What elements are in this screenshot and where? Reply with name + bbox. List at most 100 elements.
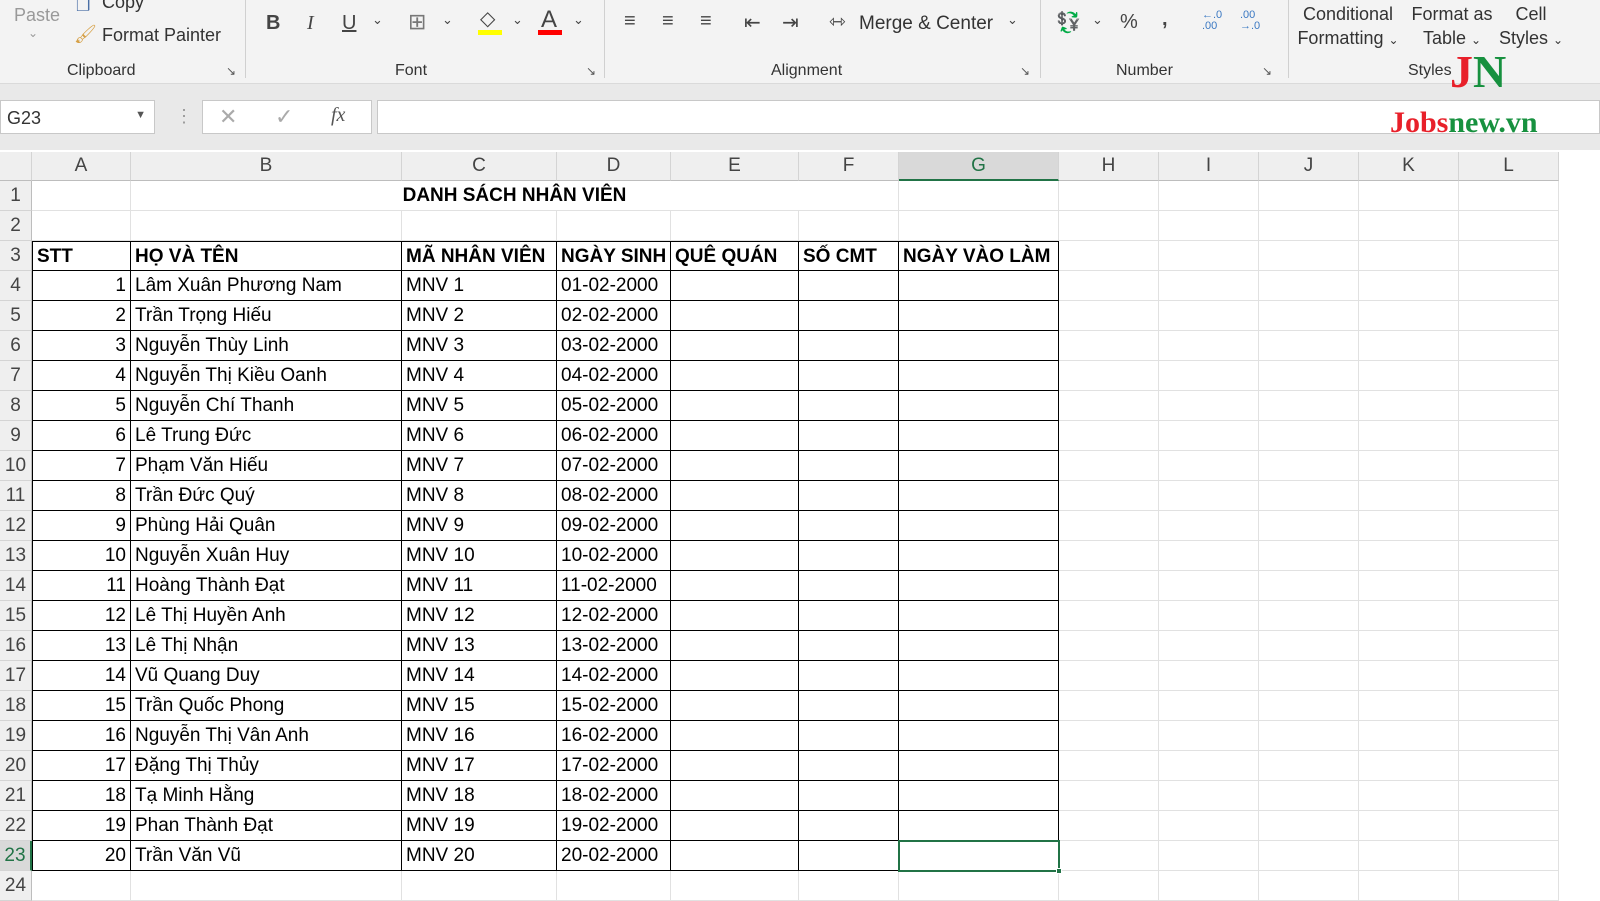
cell-D5[interactable]: 02-02-2000: [557, 301, 671, 331]
cell-B13[interactable]: Nguyễn Xuân Huy: [131, 541, 402, 571]
cell-F16[interactable]: [799, 631, 899, 661]
cell-I18[interactable]: [1159, 691, 1259, 721]
align-center-icon[interactable]: ≡: [662, 10, 674, 33]
cell-G18[interactable]: [899, 691, 1059, 721]
bold-button[interactable]: B: [266, 12, 280, 35]
cell-A15[interactable]: 12: [32, 601, 131, 631]
cell-E17[interactable]: [671, 661, 799, 691]
cell-C24[interactable]: [402, 871, 557, 901]
cell-G15[interactable]: [899, 601, 1059, 631]
cell-L7[interactable]: [1459, 361, 1559, 391]
cell-G19[interactable]: [899, 721, 1059, 751]
cell-F15[interactable]: [799, 601, 899, 631]
cell-C7[interactable]: MNV 4: [402, 361, 557, 391]
cell-H2[interactable]: [1059, 211, 1159, 241]
cell-L10[interactable]: [1459, 451, 1559, 481]
cell-F18[interactable]: [799, 691, 899, 721]
cell-C19[interactable]: MNV 16: [402, 721, 557, 751]
clipboard-launcher-icon[interactable]: ↘: [226, 64, 236, 78]
column-header-l[interactable]: L: [1459, 152, 1559, 181]
cell-C8[interactable]: MNV 5: [402, 391, 557, 421]
active-cell-selection[interactable]: [898, 840, 1060, 872]
cell-D10[interactable]: 07-02-2000: [557, 451, 671, 481]
row-header-22[interactable]: 22: [0, 811, 32, 841]
cell-A11[interactable]: 8: [32, 481, 131, 511]
cell-I12[interactable]: [1159, 511, 1259, 541]
cell-C2[interactable]: [402, 211, 557, 241]
sheet-title-merged-cell[interactable]: DANH SÁCH NHÂN VIÊN: [131, 181, 899, 211]
cell-E13[interactable]: [671, 541, 799, 571]
cell-A24[interactable]: [32, 871, 131, 901]
cell-A20[interactable]: 17: [32, 751, 131, 781]
cell-L6[interactable]: [1459, 331, 1559, 361]
cell-L4[interactable]: [1459, 271, 1559, 301]
cell-J14[interactable]: [1259, 571, 1359, 601]
cell-F7[interactable]: [799, 361, 899, 391]
cell-B22[interactable]: Phan Thành Đạt: [131, 811, 402, 841]
cell-B15[interactable]: Lê Thị Huyền Anh: [131, 601, 402, 631]
cell-I8[interactable]: [1159, 391, 1259, 421]
font-color-dropdown-icon[interactable]: ⌄: [573, 12, 584, 28]
row-header-2[interactable]: 2: [0, 211, 32, 241]
cell-D20[interactable]: 17-02-2000: [557, 751, 671, 781]
accounting-format-icon[interactable]: 💱: [1056, 10, 1081, 35]
cell-A13[interactable]: 10: [32, 541, 131, 571]
cell-I1[interactable]: [1159, 181, 1259, 211]
cell-E16[interactable]: [671, 631, 799, 661]
column-header-d[interactable]: D: [557, 152, 671, 181]
cell-I23[interactable]: [1159, 841, 1259, 871]
cell-B4[interactable]: Lâm Xuân Phương Nam: [131, 271, 402, 301]
column-header-g[interactable]: G: [899, 152, 1059, 181]
cell-J9[interactable]: [1259, 421, 1359, 451]
cell-K19[interactable]: [1359, 721, 1459, 751]
cell-A19[interactable]: 16: [32, 721, 131, 751]
increase-indent-icon[interactable]: ⇥: [782, 10, 799, 35]
cell-H21[interactable]: [1059, 781, 1159, 811]
cell-D24[interactable]: [557, 871, 671, 901]
cell-G16[interactable]: [899, 631, 1059, 661]
cell-F23[interactable]: [799, 841, 899, 871]
column-header-c[interactable]: C: [402, 152, 557, 181]
cell-H7[interactable]: [1059, 361, 1159, 391]
column-header-b[interactable]: B: [131, 152, 402, 181]
cell-E22[interactable]: [671, 811, 799, 841]
number-launcher-icon[interactable]: ↘: [1262, 64, 1272, 78]
cell-K3[interactable]: [1359, 241, 1459, 271]
cell-H16[interactable]: [1059, 631, 1159, 661]
cell-B17[interactable]: Vũ Quang Duy: [131, 661, 402, 691]
cell-E7[interactable]: [671, 361, 799, 391]
cell-F17[interactable]: [799, 661, 899, 691]
conditional-formatting-button[interactable]: Conditional Formatting ⌄: [1296, 4, 1400, 49]
cell-F22[interactable]: [799, 811, 899, 841]
fill-handle[interactable]: [1056, 868, 1062, 874]
cell-I6[interactable]: [1159, 331, 1259, 361]
paste-dropdown-icon[interactable]: ⌄: [28, 26, 38, 40]
cell-I19[interactable]: [1159, 721, 1259, 751]
cell-C6[interactable]: MNV 3: [402, 331, 557, 361]
cell-C10[interactable]: MNV 7: [402, 451, 557, 481]
cell-E4[interactable]: [671, 271, 799, 301]
cell-C15[interactable]: MNV 12: [402, 601, 557, 631]
cell-B6[interactable]: Nguyễn Thùy Linh: [131, 331, 402, 361]
cell-E6[interactable]: [671, 331, 799, 361]
cell-K6[interactable]: [1359, 331, 1459, 361]
percent-button[interactable]: %: [1120, 11, 1138, 34]
cell-J19[interactable]: [1259, 721, 1359, 751]
cell-K24[interactable]: [1359, 871, 1459, 901]
cell-E3[interactable]: QUÊ QUÁN: [671, 241, 799, 271]
cell-C9[interactable]: MNV 6: [402, 421, 557, 451]
cell-C11[interactable]: MNV 8: [402, 481, 557, 511]
cell-I10[interactable]: [1159, 451, 1259, 481]
cell-A9[interactable]: 6: [32, 421, 131, 451]
cell-E18[interactable]: [671, 691, 799, 721]
cell-F24[interactable]: [799, 871, 899, 901]
cell-F6[interactable]: [799, 331, 899, 361]
cell-D19[interactable]: 16-02-2000: [557, 721, 671, 751]
row-header-3[interactable]: 3: [0, 241, 32, 271]
cell-G20[interactable]: [899, 751, 1059, 781]
cell-B3[interactable]: HỌ VÀ TÊN: [131, 241, 402, 271]
cell-D11[interactable]: 08-02-2000: [557, 481, 671, 511]
cell-B14[interactable]: Hoàng Thành Đạt: [131, 571, 402, 601]
cell-K23[interactable]: [1359, 841, 1459, 871]
cell-H23[interactable]: [1059, 841, 1159, 871]
